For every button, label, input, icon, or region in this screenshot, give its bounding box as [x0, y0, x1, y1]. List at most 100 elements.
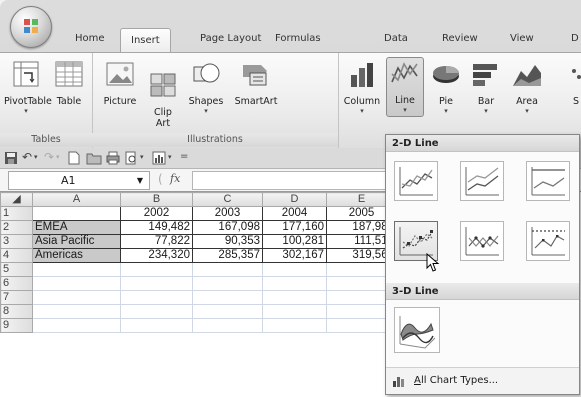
cell[interactable] [120, 318, 193, 333]
office-button[interactable] [10, 6, 52, 48]
excel-window: Home Insert Page Layout Formulas Data Re… [0, 0, 581, 397]
cell-d2[interactable]: 177,160 [262, 220, 327, 235]
row-header[interactable]: 9 [0, 318, 33, 333]
select-all-corner[interactable]: ◢ [0, 192, 33, 207]
cell-a3[interactable]: Asia Pacific [32, 234, 121, 249]
tab-view[interactable]: View [510, 33, 534, 44]
cell-c2[interactable]: 167,098 [192, 220, 263, 235]
cell[interactable] [262, 318, 327, 333]
redo-dropdown-icon[interactable]: ▾ [56, 153, 60, 161]
row-header[interactable]: 5 [0, 262, 33, 277]
all-chart-types-button[interactable]: A ll Chart Types... [386, 367, 579, 394]
column-header-c[interactable]: C [192, 192, 263, 207]
cell-b4[interactable]: 234,320 [120, 248, 193, 263]
column-header-a[interactable]: A [32, 192, 121, 207]
cell-a2[interactable]: EMEA [32, 220, 121, 235]
undo-dropdown-icon[interactable]: ▾ [34, 153, 38, 161]
chart-dropdown-icon[interactable]: ▾ [168, 153, 172, 161]
print-preview-icon[interactable] [124, 151, 138, 165]
scatter-chart-button[interactable]: S [570, 59, 581, 107]
tab-insert[interactable]: Insert [120, 28, 171, 53]
tab-page-layout[interactable]: Page Layout [200, 33, 261, 44]
cell[interactable] [262, 276, 327, 291]
cell[interactable] [192, 262, 263, 277]
undo-icon[interactable]: ↶ [22, 150, 32, 164]
cell[interactable] [192, 276, 263, 291]
pivottable-button[interactable]: PivotTable ▾ [4, 59, 52, 115]
tab-review[interactable]: Review [442, 33, 478, 44]
tab-data[interactable]: Data [384, 33, 408, 44]
cell-a4[interactable]: Americas [32, 248, 121, 263]
print-icon[interactable] [106, 151, 120, 165]
cell[interactable] [262, 304, 327, 319]
picture-button[interactable]: Picture [98, 59, 142, 107]
cell[interactable] [32, 304, 121, 319]
line-chart-thumbnail-icon [399, 167, 433, 196]
cell[interactable] [32, 290, 121, 305]
tab-home[interactable]: Home [75, 33, 105, 44]
cell-c1[interactable]: 2003 [192, 206, 263, 221]
smartart-icon [243, 65, 267, 86]
cell[interactable] [120, 304, 193, 319]
cell-b3[interactable]: 77,822 [120, 234, 193, 249]
row-header[interactable]: 3 [0, 234, 33, 249]
cell-c4[interactable]: 285,357 [192, 248, 263, 263]
cell[interactable] [120, 262, 193, 277]
cell-b1[interactable]: 2002 [120, 206, 193, 221]
cell-d1[interactable]: 2004 [262, 206, 327, 221]
cell[interactable] [192, 318, 263, 333]
cell-d4[interactable]: 302,167 [262, 248, 327, 263]
cell[interactable] [32, 276, 121, 291]
line-chart-button[interactable]: Line ▾ [386, 57, 424, 117]
customize-toolbar-icon[interactable]: = [180, 151, 188, 162]
print-preview-dropdown-icon[interactable]: ▾ [140, 153, 144, 161]
save-icon[interactable] [4, 151, 18, 165]
cell[interactable] [120, 276, 193, 291]
column-header-b[interactable]: B [120, 192, 193, 207]
smartart-button[interactable]: SmartArt [230, 59, 282, 107]
chart-wizard-icon[interactable] [152, 151, 166, 165]
row-header[interactable]: 1 [0, 206, 33, 221]
formula-cancel-icon[interactable]: ( [158, 172, 163, 186]
cell[interactable] [120, 290, 193, 305]
row-header[interactable]: 8 [0, 304, 33, 319]
cell[interactable] [262, 262, 327, 277]
open-folder-icon[interactable] [86, 151, 102, 165]
tab-formulas[interactable]: Formulas [275, 33, 321, 44]
name-box[interactable]: A1 ▼ [8, 171, 150, 190]
cell[interactable] [192, 304, 263, 319]
clip-art-button[interactable]: Clip Art [144, 59, 182, 129]
table-button[interactable]: Table [50, 59, 88, 107]
name-box-dropdown-icon[interactable]: ▼ [137, 172, 143, 189]
area-chart-button[interactable]: Area ▾ [508, 59, 546, 115]
row-header[interactable]: 2 [0, 220, 33, 235]
cell[interactable] [32, 262, 121, 277]
cell-c3[interactable]: 90,353 [192, 234, 263, 249]
all-chart-types-icon [393, 377, 404, 387]
column-header-d[interactable]: D [262, 192, 327, 207]
new-document-icon[interactable] [68, 151, 80, 165]
insert-function-icon[interactable]: fx [170, 172, 180, 185]
cell[interactable] [32, 318, 121, 333]
cell[interactable] [192, 290, 263, 305]
row-header[interactable]: 6 [0, 276, 33, 291]
3d-line-chart-option[interactable] [394, 307, 440, 353]
column-chart-button[interactable]: Column ▾ [342, 59, 382, 115]
tab-d[interactable]: D [571, 33, 579, 44]
100-stacked-line-with-markers-option[interactable] [526, 221, 570, 261]
stacked-line-chart-option[interactable] [460, 161, 504, 201]
shapes-button[interactable]: Shapes ▾ [184, 59, 228, 115]
row-header[interactable]: 4 [0, 248, 33, 263]
line-chart-icon [391, 62, 418, 83]
stacked-line-with-markers-option[interactable] [460, 221, 504, 261]
cell-a1[interactable] [32, 206, 121, 221]
redo-icon[interactable]: ↷ [44, 150, 54, 164]
cell-d3[interactable]: 100,281 [262, 234, 327, 249]
row-header[interactable]: 7 [0, 290, 33, 305]
cell-b2[interactable]: 149,482 [120, 220, 193, 235]
pie-chart-button[interactable]: Pie ▾ [428, 59, 464, 115]
bar-chart-button[interactable]: Bar ▾ [468, 59, 504, 115]
line-chart-option[interactable] [394, 161, 438, 201]
cell[interactable] [262, 290, 327, 305]
100-stacked-line-chart-option[interactable] [526, 161, 570, 201]
